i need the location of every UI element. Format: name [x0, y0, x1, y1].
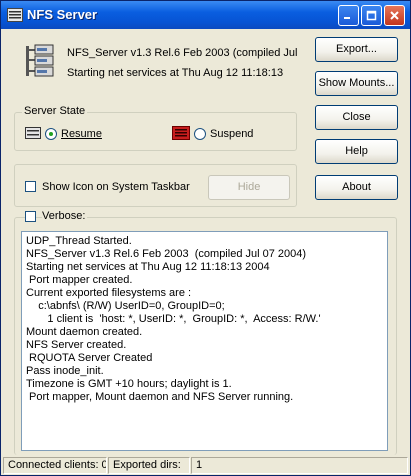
- status-bar: Connected clients: 0 Exported dirs: 1: [1, 455, 410, 475]
- suspend-server-icon: [172, 126, 190, 140]
- log-line: 1 client is 'host: *, UserID: *, GroupID…: [26, 313, 321, 325]
- log-line: Current exported filesystems are :: [26, 287, 192, 299]
- log-line: c:\abnfs\ (R/W) UserID=0, GroupID=0;: [26, 300, 225, 312]
- log-line: Timezone is GMT +10 hours; daylight is 1…: [26, 378, 232, 390]
- maximize-button[interactable]: [361, 5, 382, 26]
- resume-label[interactable]: Resume: [61, 128, 102, 140]
- close-window-button[interactable]: [384, 5, 405, 26]
- exported-dirs-status: Exported dirs:: [108, 457, 190, 474]
- version-text: NFS_Server v1.3 Rel.6 Feb 2003 (compiled…: [67, 47, 298, 59]
- log-line: RQUOTA Server Created: [26, 352, 153, 364]
- log-line: UDP_Thread Started.: [26, 235, 132, 247]
- about-button[interactable]: About: [315, 175, 398, 200]
- log-line: Port mapper created.: [26, 274, 133, 286]
- app-icon: [7, 8, 23, 22]
- network-drives-icon: [26, 44, 54, 77]
- window-title: NFS Server: [27, 7, 98, 22]
- log-line: Pass inode_init.: [26, 365, 104, 377]
- show-icon-label[interactable]: Show Icon on System Taskbar: [42, 181, 190, 193]
- server-state-legend: Server State: [22, 105, 88, 117]
- minimize-button[interactable]: [338, 5, 359, 26]
- show-mounts-button[interactable]: Show Mounts...: [315, 71, 398, 96]
- resume-server-icon: [25, 127, 41, 139]
- hide-button[interactable]: Hide: [208, 175, 290, 200]
- log-line: NFS Server created.: [26, 339, 127, 351]
- startup-text: Starting net services at Thu Aug 12 11:1…: [67, 67, 284, 79]
- verbose-label[interactable]: Verbose:: [42, 210, 88, 222]
- log-line: NFS_Server v1.3 Rel.6 Feb 2003 (compiled…: [26, 248, 307, 260]
- resume-radio[interactable]: [45, 128, 57, 140]
- connected-clients-status: Connected clients: 0: [3, 457, 107, 474]
- maximize-icon: [366, 10, 377, 21]
- log-line: Starting net services at Thu Aug 12 11:1…: [26, 261, 270, 273]
- verbose-checkbox[interactable]: [25, 211, 36, 222]
- help-button[interactable]: Help: [315, 139, 398, 164]
- show-icon-checkbox[interactable]: [25, 181, 36, 192]
- suspend-radio[interactable]: [194, 128, 206, 140]
- log-textbox[interactable]: UDP_Thread Started. NFS_Server v1.3 Rel.6…: [21, 231, 388, 451]
- minimize-icon: [344, 17, 350, 19]
- export-button[interactable]: Export...: [315, 37, 398, 62]
- close-icon: [390, 11, 399, 20]
- log-line: Mount daemon created.: [26, 326, 143, 338]
- nfs-server-window: NFS Server NFS_Server v1.3 Rel.6 Feb 200…: [0, 0, 411, 476]
- exported-dirs-count: 1: [191, 457, 408, 474]
- suspend-label[interactable]: Suspend: [210, 128, 253, 140]
- title-bar[interactable]: NFS Server: [1, 1, 410, 29]
- log-line: Port mapper, Mount daemon and NFS Server…: [26, 391, 294, 403]
- close-button[interactable]: Close: [315, 105, 398, 130]
